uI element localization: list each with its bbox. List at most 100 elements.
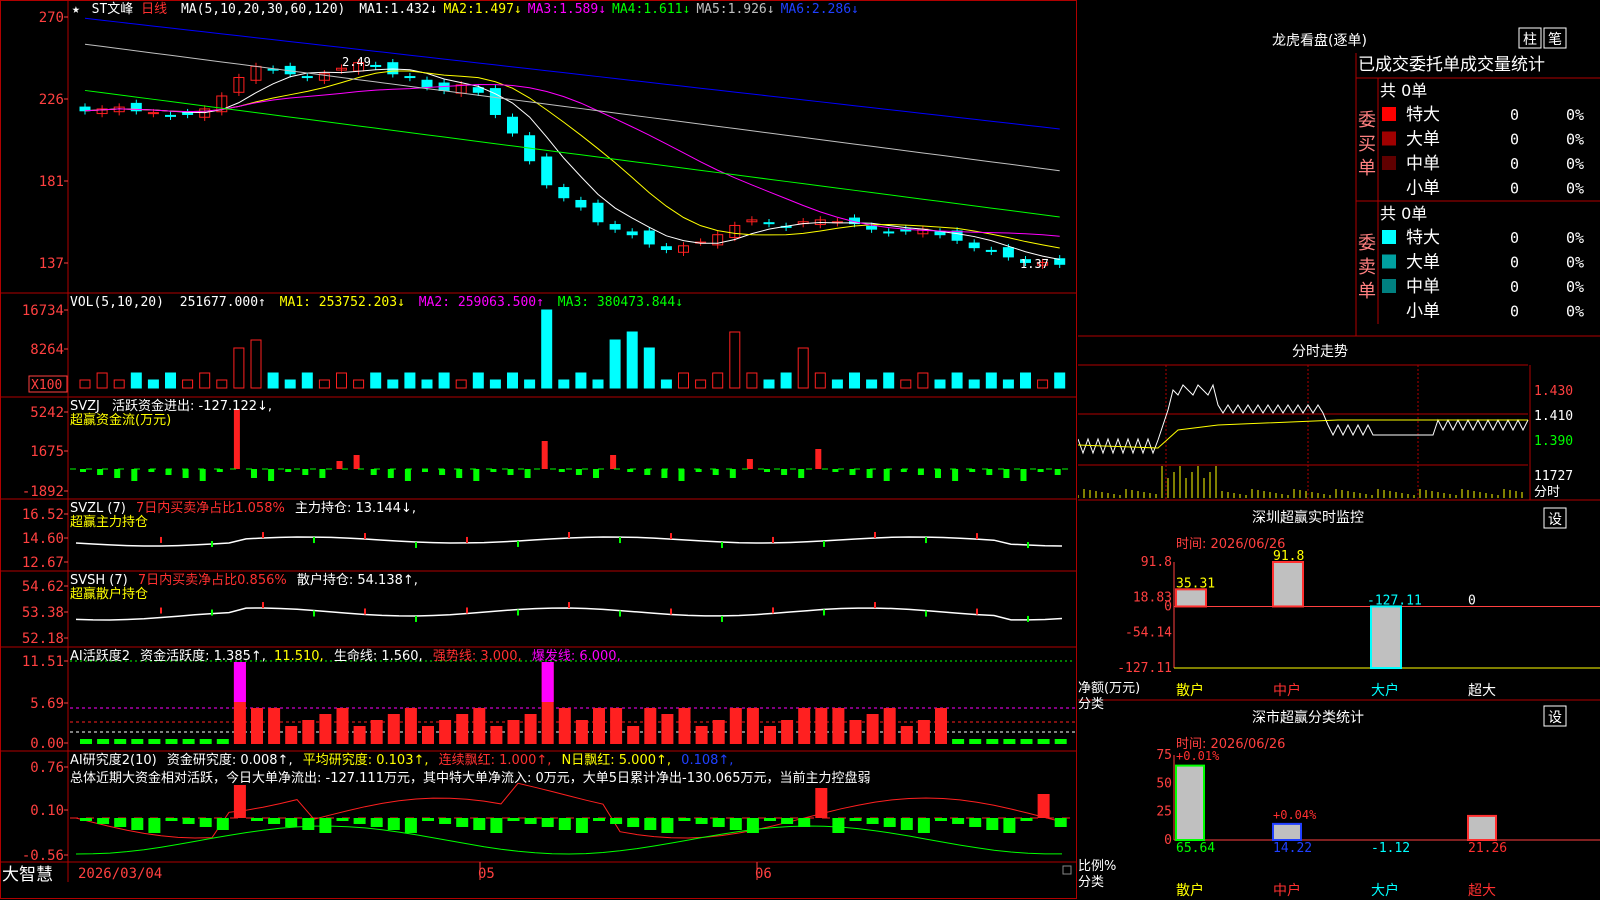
- research-bar: [952, 818, 965, 824]
- candle[interactable]: [883, 231, 895, 234]
- activity-bar: [935, 708, 947, 744]
- fund-bar: [712, 469, 719, 475]
- fund-bar: [1054, 469, 1061, 475]
- research-bar: [490, 818, 503, 833]
- high-price-label: 2.49: [342, 55, 371, 69]
- volume-bar: [558, 379, 570, 389]
- monitor-bar: [1175, 588, 1207, 608]
- candle[interactable]: [968, 242, 980, 249]
- activity-bar: [1037, 739, 1050, 744]
- ma-1-value: 1.432↓: [391, 2, 438, 17]
- candle[interactable]: [1002, 247, 1014, 258]
- order-count: 0: [1510, 180, 1519, 198]
- ma-3-value: 1.589↓: [559, 2, 606, 17]
- fund-bar: [524, 469, 531, 478]
- activity-bar: [781, 720, 794, 744]
- y-axis-label: 53.38: [22, 605, 64, 621]
- order-size-label: 大单: [1406, 253, 1440, 273]
- legend-swatch: [1382, 156, 1396, 170]
- order-total: 共 0单: [1380, 81, 1427, 100]
- research-bar: [900, 818, 913, 830]
- research-bar: [541, 818, 554, 827]
- legend-swatch: [1382, 230, 1396, 244]
- candle[interactable]: [660, 246, 672, 251]
- volume-bar: [883, 372, 895, 389]
- candle[interactable]: [609, 224, 621, 230]
- dragon-tabs[interactable]: 已成交委托单成交量统计: [1358, 55, 1545, 75]
- svg-text:分类: 分类: [1078, 697, 1104, 712]
- order-percent: 0%: [1566, 180, 1584, 198]
- monitor-bar: [1370, 605, 1402, 670]
- volume-bar: [1054, 372, 1066, 389]
- volume-bar: [250, 339, 262, 389]
- favorite-star-icon[interactable]: ★: [72, 2, 80, 17]
- research-bar: [627, 818, 640, 827]
- volume-bar: [472, 372, 484, 389]
- volume-bar: [541, 309, 553, 389]
- monitor-date: 时间: 2026/06/26: [1176, 537, 1285, 552]
- candle[interactable]: [370, 64, 382, 67]
- candle[interactable]: [182, 112, 194, 115]
- svzl-header: SVZL (7) 7日内买卖净占比1.058% 主力持仓: 13.144↓,: [70, 500, 416, 516]
- candle[interactable]: [934, 231, 946, 236]
- y-axis-label: 0.76: [30, 760, 64, 776]
- y-axis-label: 12.67: [22, 555, 64, 571]
- research-bar: [182, 818, 195, 824]
- candle[interactable]: [626, 231, 638, 236]
- candle[interactable]: [541, 156, 553, 186]
- order-size-label: 特大: [1406, 105, 1440, 125]
- svzl-sub: 超赢主力持仓: [70, 514, 148, 530]
- y-axis-label: -0.56: [22, 848, 64, 864]
- candle[interactable]: [404, 76, 416, 79]
- activity-bar: [131, 739, 144, 744]
- classify-bar: [1467, 814, 1497, 842]
- candle[interactable]: [1054, 258, 1066, 265]
- candle[interactable]: [866, 225, 878, 230]
- y-axis-label: 52.18: [22, 631, 64, 647]
- order-percent: 0%: [1566, 303, 1584, 321]
- candle[interactable]: [558, 187, 570, 199]
- activity-bar: [439, 720, 452, 744]
- candle[interactable]: [951, 230, 963, 241]
- candle[interactable]: [421, 79, 433, 88]
- order-size-label: 中单: [1406, 154, 1440, 174]
- lock-icon[interactable]: [1062, 865, 1072, 875]
- order-count: 0: [1510, 303, 1519, 321]
- candle[interactable]: [147, 112, 159, 115]
- candle[interactable]: [592, 202, 604, 223]
- research-bar: [97, 818, 110, 824]
- fund-bar: [798, 469, 805, 478]
- volume-bar: [678, 372, 689, 389]
- candle[interactable]: [643, 230, 655, 245]
- stock-name[interactable]: ST文峰: [92, 2, 134, 17]
- research-bar: [593, 818, 605, 821]
- candle[interactable]: [763, 222, 775, 225]
- y-axis-label: 16734: [22, 303, 64, 319]
- activity-bar: [199, 739, 212, 744]
- stock-chart-area[interactable]: ★ ST文峰 日线 MA(5,10,20,30,60,120) MA1:1.43…: [0, 0, 1078, 900]
- candle[interactable]: [575, 199, 587, 208]
- monitor-chart: 91.818.830-54.14-127.1135.31散户91.8中户-127…: [1117, 549, 1600, 699]
- period-label[interactable]: 日线: [141, 2, 167, 17]
- activity-bar: [952, 739, 965, 744]
- side-label: 卖: [1358, 257, 1376, 278]
- activity-bar: [182, 739, 195, 744]
- fund-bar: [456, 469, 463, 478]
- side-label: 买: [1358, 134, 1376, 155]
- activity-bar: [678, 708, 691, 744]
- legend-swatch: [1382, 131, 1396, 146]
- order-count: 0: [1510, 229, 1519, 247]
- svsh-sub: 超赢散户持仓: [70, 586, 148, 602]
- volume-bar: [96, 372, 108, 389]
- fund-bar: [353, 455, 360, 469]
- candle[interactable]: [985, 249, 997, 252]
- legend-swatch: [1382, 107, 1396, 121]
- candle[interactable]: [165, 114, 176, 117]
- research-bar: [678, 818, 691, 821]
- volume-bar: [592, 379, 604, 389]
- activity-bar: [883, 708, 896, 744]
- fund-bar: [558, 469, 565, 472]
- candle[interactable]: [387, 62, 399, 75]
- candle[interactable]: [301, 76, 313, 79]
- candle[interactable]: [507, 116, 518, 134]
